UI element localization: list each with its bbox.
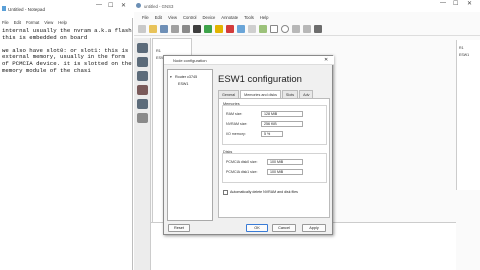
tree-item-esw1[interactable]: ESW1: [178, 82, 188, 86]
gns3-title: untitled - GNS3: [144, 3, 174, 9]
node-configuration-dialog: Node configuration ✕ ▾ Router c3745 ESW1…: [163, 55, 334, 235]
switches-icon[interactable]: [137, 57, 148, 67]
device-item-r1[interactable]: R1: [156, 49, 161, 53]
stop-all-icon[interactable]: [226, 25, 234, 33]
menu-view[interactable]: View: [44, 20, 53, 25]
suspend-all-icon[interactable]: [215, 25, 223, 33]
cancel-button[interactable]: Cancel: [272, 224, 296, 232]
gns3-menubar: File Edit View Control Device Annotate T…: [134, 13, 480, 22]
pcmcia-disk0-field[interactable]: 100 MiB: [267, 159, 303, 165]
dialog-titlebar: Node configuration ✕: [164, 56, 334, 65]
notepad-titlebar: Untitled - Notepad — ☐ ✕: [0, 0, 133, 18]
tab-general[interactable]: General: [218, 90, 240, 98]
tree-group-router[interactable]: Router c3745: [175, 75, 197, 79]
notepad-title: Untitled - Notepad: [8, 6, 46, 12]
dialog-heading: ESW1 configuration: [218, 74, 302, 85]
apply-button[interactable]: Apply: [302, 224, 326, 232]
auto-delete-checkbox[interactable]: [223, 190, 228, 195]
close-icon[interactable]: ✕: [324, 57, 328, 63]
draw-rectangle-icon[interactable]: [270, 25, 278, 33]
minimize-icon[interactable]: —: [440, 0, 446, 6]
security-devices-icon[interactable]: [137, 85, 148, 95]
zoom-in-icon[interactable]: [292, 25, 300, 33]
all-devices-icon[interactable]: [137, 99, 148, 109]
draw-ellipse-icon[interactable]: [281, 25, 289, 33]
gns3-logo-icon: [136, 3, 141, 8]
gns3-titlebar: untitled - GNS3 — ☐ ✕: [134, 0, 480, 12]
menu-tools[interactable]: Tools: [244, 15, 254, 20]
auto-delete-label: Automatically delete NVRAM and disk file…: [230, 190, 298, 194]
notepad-text-area[interactable]: internal usually the nvram a.k.a flash th…: [2, 27, 133, 74]
ram-size-label: RAM size:: [226, 112, 243, 116]
memories-disks-pane: Memories RAM size: 128 MiB NVRAM size: 2…: [218, 98, 330, 218]
save-icon[interactable]: [160, 25, 168, 33]
topology-item-esw1[interactable]: ESW1: [459, 53, 469, 57]
snapshot-icon[interactable]: [171, 25, 179, 33]
menu-control[interactable]: Control: [183, 15, 197, 20]
menu-help[interactable]: Help: [58, 20, 67, 25]
menu-device[interactable]: Device: [202, 15, 215, 20]
reload-icon[interactable]: [237, 25, 245, 33]
menu-annotate[interactable]: Annotate: [221, 15, 238, 20]
maximize-icon[interactable]: ☐: [108, 2, 113, 9]
menu-file[interactable]: File: [2, 20, 9, 25]
insert-image-icon[interactable]: [259, 25, 267, 33]
dialog-title: Node configuration: [173, 57, 207, 63]
topology-summary: R1 ESW1: [456, 40, 480, 190]
tab-memories-and-disks[interactable]: Memories and disks: [240, 90, 281, 98]
close-icon[interactable]: ✕: [467, 0, 472, 7]
nvram-size-label: NVRAM size:: [226, 122, 248, 126]
device-type-toolbar: [134, 38, 151, 270]
tab-slots[interactable]: Slots: [281, 90, 299, 98]
menu-edit[interactable]: Edit: [14, 20, 21, 25]
tab-advanced[interactable]: Adv: [299, 90, 314, 98]
open-icon[interactable]: [149, 25, 157, 33]
gns3-toolbar: [134, 23, 480, 36]
notepad-window: Untitled - Notepad — ☐ ✕ File Edit Forma…: [0, 0, 133, 270]
text-line: memory module of the chasi: [2, 66, 91, 74]
menu-help[interactable]: Help: [260, 15, 269, 20]
start-all-icon[interactable]: [204, 25, 212, 33]
reset-button[interactable]: Reset: [168, 224, 190, 232]
minimize-icon[interactable]: —: [96, 2, 102, 8]
disks-group: [222, 153, 327, 183]
pcmcia-disk0-label: PCMCIA disk0 size:: [226, 160, 258, 164]
show-interfaces-icon[interactable]: [182, 25, 190, 33]
maximize-icon[interactable]: ☐: [453, 0, 458, 7]
node-tree: ▾ Router c3745 ESW1: [167, 69, 213, 221]
pcmcia-disk1-field[interactable]: 100 MiB: [267, 169, 303, 175]
add-note-icon[interactable]: [248, 25, 256, 33]
io-memory-field[interactable]: 5 %: [261, 131, 283, 137]
routers-icon[interactable]: [137, 43, 148, 53]
memories-group-label: Memories: [223, 102, 240, 106]
notepad-icon: [2, 6, 6, 11]
ram-size-field[interactable]: 128 MiB: [261, 111, 303, 117]
config-tabs: General Memories and disks Slots Adv: [218, 90, 314, 98]
menu-format[interactable]: Format: [26, 20, 39, 25]
nvram-size-field[interactable]: 256 KiB: [261, 121, 303, 127]
text-line: this is embedded on board: [2, 33, 88, 41]
io-memory-label: I/O memory:: [226, 132, 246, 136]
menu-edit[interactable]: Edit: [155, 15, 162, 20]
add-link-icon[interactable]: [137, 113, 148, 123]
close-icon[interactable]: ✕: [121, 2, 126, 9]
notepad-menubar: File Edit Format View Help: [0, 18, 133, 26]
menu-file[interactable]: File: [142, 15, 149, 20]
console-all-icon[interactable]: [193, 25, 201, 33]
menu-view[interactable]: View: [168, 15, 177, 20]
zoom-out-icon[interactable]: [303, 25, 311, 33]
pcmcia-disk1-label: PCMCIA disk1 size:: [226, 170, 258, 174]
end-devices-icon[interactable]: [137, 71, 148, 81]
ok-button[interactable]: OK: [246, 224, 268, 232]
topology-item-r1[interactable]: R1: [459, 46, 464, 50]
screenshot-icon[interactable]: [314, 25, 322, 33]
new-project-icon[interactable]: [138, 25, 146, 33]
tree-expand-icon[interactable]: ▾: [170, 75, 172, 79]
disks-group-label: Disks: [223, 150, 233, 154]
